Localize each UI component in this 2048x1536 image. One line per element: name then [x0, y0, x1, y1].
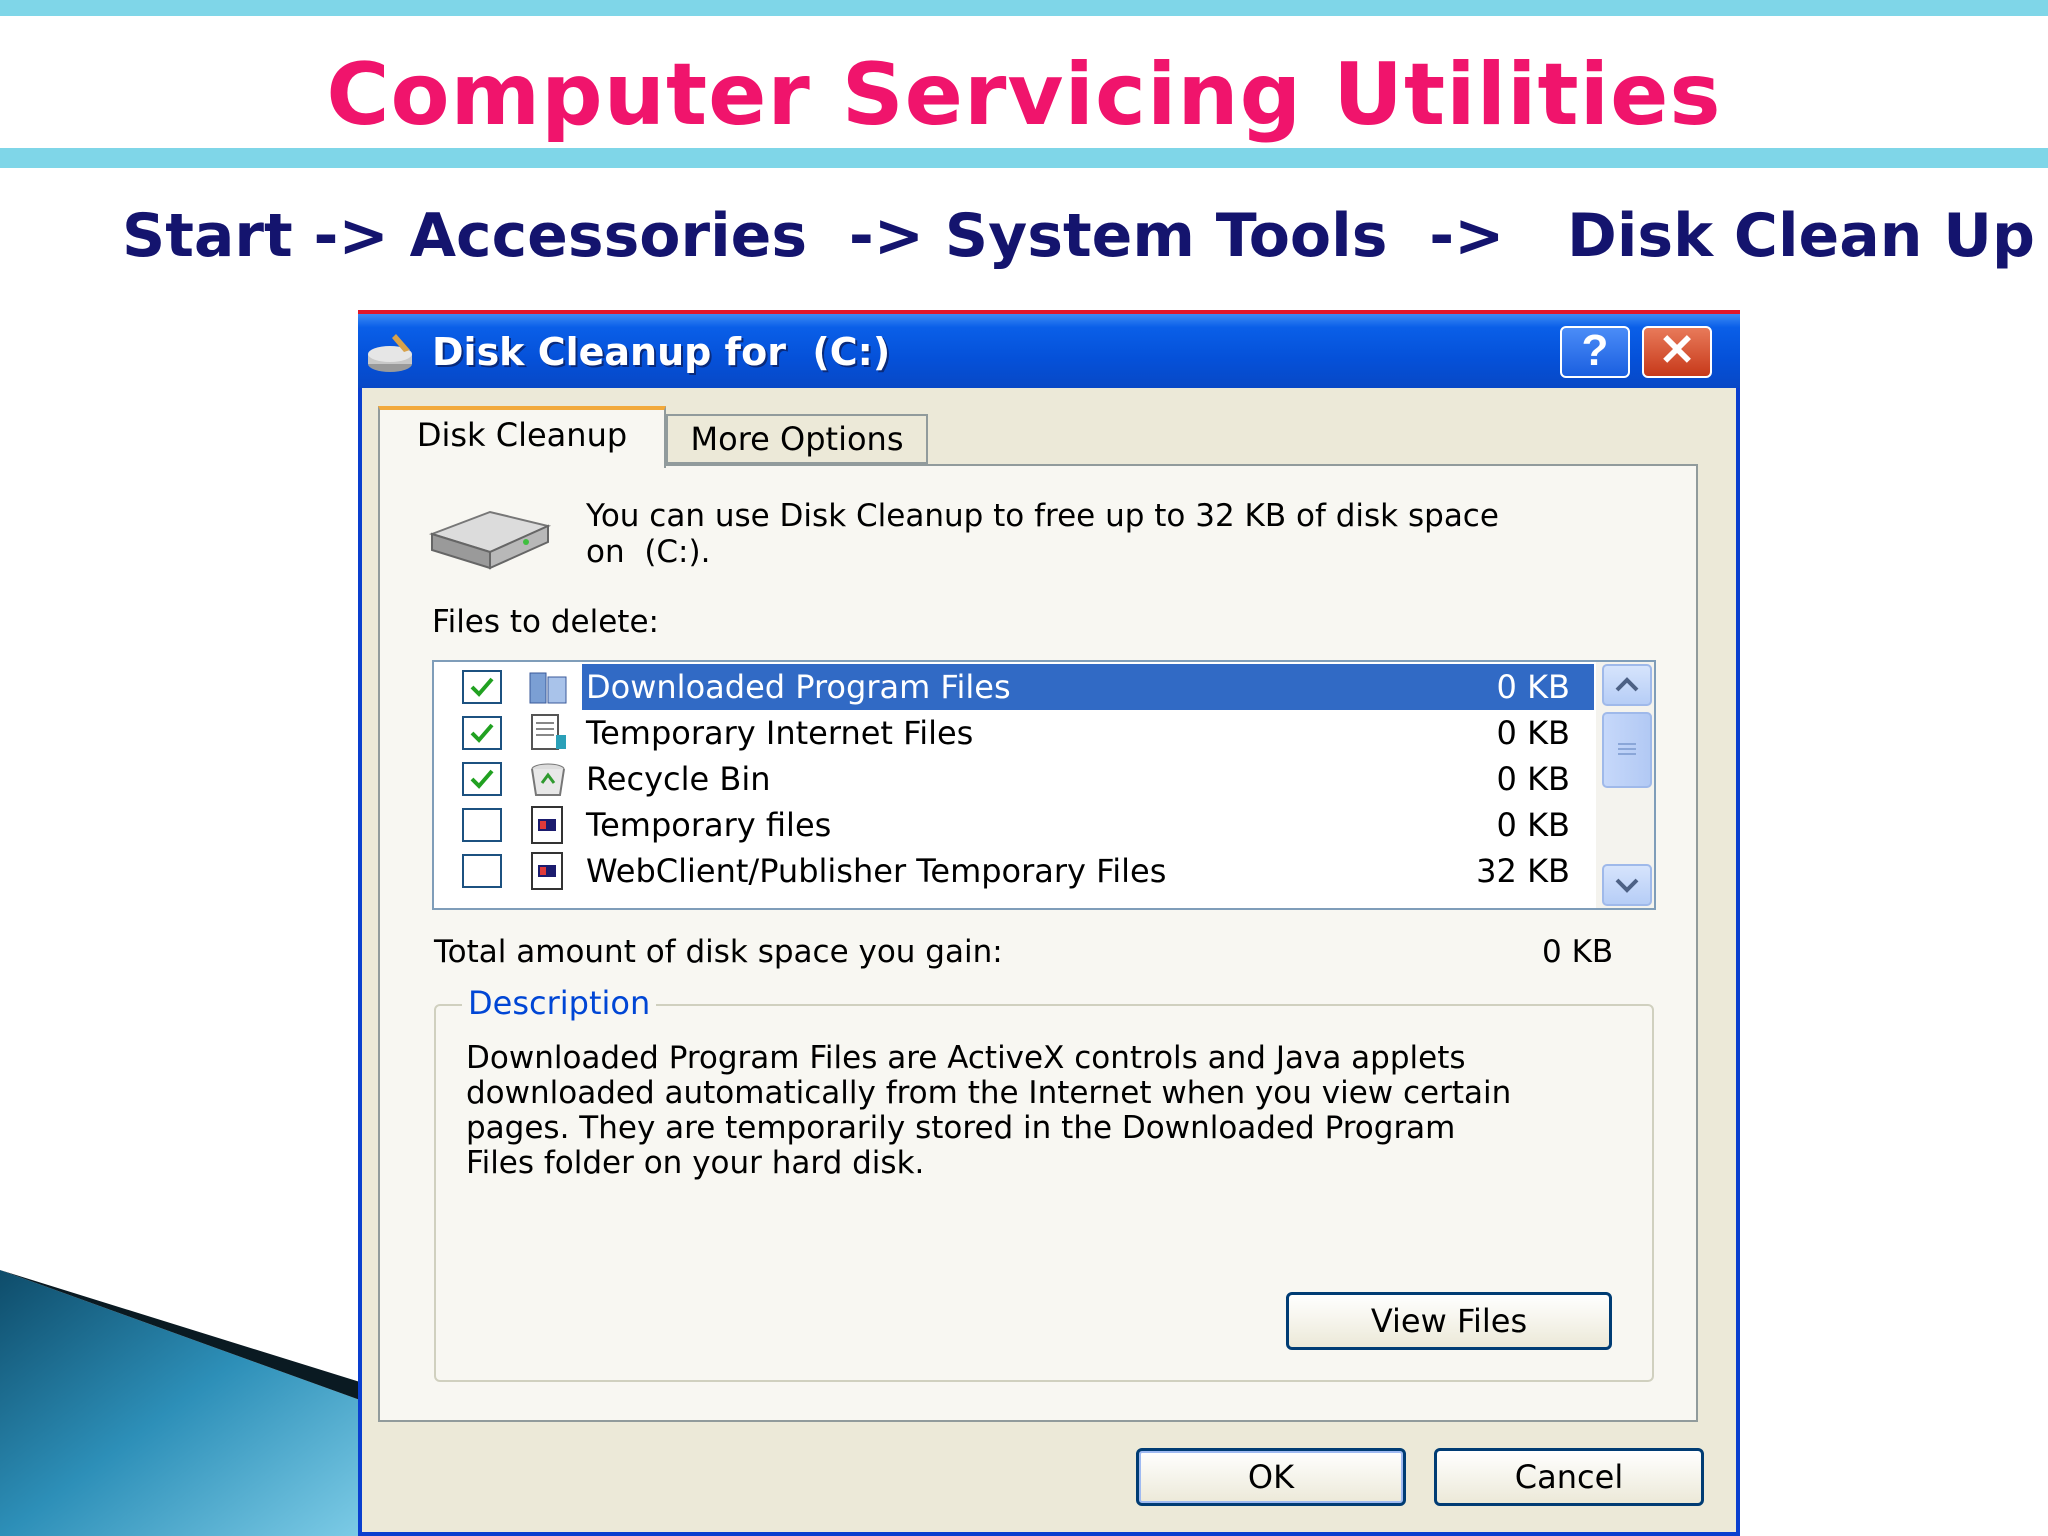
description-line: Downloaded Program Files are ActiveX con…	[466, 1040, 1466, 1076]
view-files-button[interactable]: View Files	[1286, 1292, 1612, 1350]
file-size: 0 KB	[1496, 668, 1570, 706]
file-size: 0 KB	[1496, 714, 1570, 752]
grip-icon	[1618, 743, 1636, 755]
file-name: Temporary Internet Files	[586, 714, 974, 752]
checkbox[interactable]	[462, 808, 502, 842]
list-item-recycle-bin[interactable]: Recycle Bin 0 KB	[434, 756, 1594, 802]
window-title: Disk Cleanup for (C:)	[432, 330, 891, 374]
hard-drive-icon	[428, 510, 552, 570]
tab-disk-cleanup[interactable]: Disk Cleanup	[378, 406, 666, 468]
scroll-thumb[interactable]	[1602, 712, 1652, 788]
file-size: 0 KB	[1496, 760, 1570, 798]
checkbox[interactable]	[462, 854, 502, 888]
window-titlebar[interactable]: Disk Cleanup for (C:) ? ✕	[358, 310, 1740, 388]
corner-decoration	[0, 1270, 360, 1536]
help-button[interactable]: ?	[1560, 326, 1630, 378]
file-name: Recycle Bin	[586, 760, 771, 798]
chevron-up-icon	[1615, 677, 1639, 692]
intro-line-1: You can use Disk Cleanup to free up to 3…	[586, 498, 1499, 534]
document-icon	[531, 714, 566, 750]
tab-more-options[interactable]: More Options	[666, 414, 928, 464]
intro-line-2: on (C:).	[586, 534, 711, 570]
checkbox[interactable]	[462, 762, 502, 796]
list-item-temporary-internet-files[interactable]: Temporary Internet Files 0 KB	[434, 710, 1594, 756]
ok-button[interactable]: OK	[1136, 1448, 1406, 1506]
file-name: WebClient/Publisher Temporary Files	[586, 852, 1167, 890]
menu-path-heading: Start -> Accessories -> System Tools -> …	[122, 201, 2035, 271]
total-space-value: 0 KB	[1542, 934, 1614, 970]
file-size: 32 KB	[1476, 852, 1570, 890]
description-line: downloaded automatically from the Intern…	[466, 1075, 1512, 1111]
file-name: Downloaded Program Files	[586, 668, 1011, 706]
recycle-bin-icon	[531, 763, 565, 796]
files-to-delete-label: Files to delete:	[432, 604, 659, 640]
list-item-downloaded-program-files[interactable]: Downloaded Program Files 0 KB	[434, 664, 1594, 710]
file-size: 0 KB	[1496, 806, 1570, 844]
temp-file-icon	[531, 806, 563, 844]
list-item-temporary-files[interactable]: Temporary files 0 KB	[434, 802, 1594, 848]
file-name: Temporary files	[586, 806, 832, 844]
top-accent-band	[0, 0, 2048, 16]
description-line: pages. They are temporarily stored in th…	[466, 1110, 1456, 1146]
checkbox[interactable]	[462, 716, 502, 750]
chevron-down-icon	[1615, 878, 1639, 893]
checkbox[interactable]	[462, 670, 502, 704]
files-listbox[interactable]: Downloaded Program Files 0 KB Temporary …	[432, 660, 1656, 910]
scroll-up-button[interactable]	[1602, 664, 1652, 706]
cancel-button[interactable]: Cancel	[1434, 1448, 1704, 1506]
checkmark-icon	[470, 769, 494, 789]
title-underline-band	[0, 148, 2048, 168]
close-button[interactable]: ✕	[1642, 326, 1712, 378]
slide-title: Computer Servicing Utilities	[326, 45, 1722, 145]
temp-file-icon	[531, 852, 563, 890]
folder-icon	[529, 672, 567, 704]
scroll-down-button[interactable]	[1602, 864, 1652, 906]
list-item-webclient-publisher-temporary-files[interactable]: WebClient/Publisher Temporary Files 32 K…	[434, 848, 1594, 894]
checkmark-icon	[470, 723, 494, 743]
description-legend: Description	[462, 984, 657, 1022]
checkmark-icon	[470, 677, 494, 697]
disk-cleanup-icon	[368, 334, 412, 372]
description-line: Files folder on your hard disk.	[466, 1145, 925, 1181]
total-space-label: Total amount of disk space you gain:	[434, 934, 1003, 970]
list-scrollbar[interactable]	[1596, 662, 1654, 908]
